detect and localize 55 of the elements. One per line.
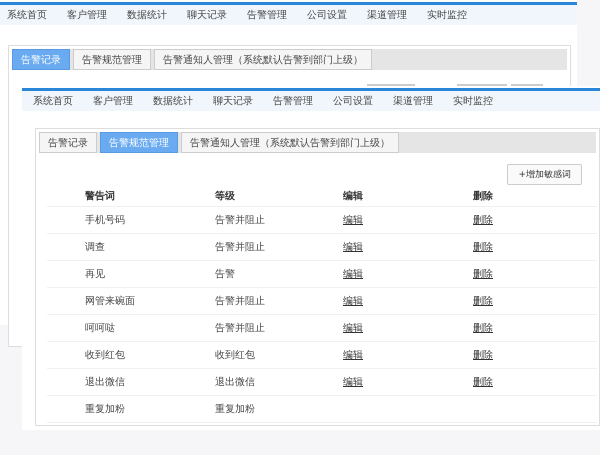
edit-link[interactable]: 编辑 xyxy=(343,296,363,307)
table-cell-text: 收到红包 xyxy=(85,349,126,362)
nav-item[interactable]: 数据统计 xyxy=(127,8,187,22)
delete-link[interactable]: 删除 xyxy=(473,269,493,280)
nav-item[interactable]: 渠道管理 xyxy=(367,8,427,22)
edit-link[interactable]: 编辑 xyxy=(343,350,363,361)
nav-item[interactable]: 客户管理 xyxy=(93,94,153,108)
table-cell-text: 手机号码 xyxy=(85,214,126,227)
table-cell-text: 调查 xyxy=(85,240,106,254)
table-cell-text: 告警并阻止 xyxy=(215,322,266,335)
edit-link[interactable]: 编辑 xyxy=(343,269,363,280)
table-cell-text: 告警并阻止 xyxy=(215,214,266,227)
table-cell-text: 网管来碗面 xyxy=(85,294,136,308)
table-cell-text: 重复加粉 xyxy=(85,402,126,416)
table-cell-text: 退出微信 xyxy=(215,376,256,389)
add-button[interactable]: +增加敏感词 xyxy=(507,164,582,185)
table-cell-text: 重复加粉 xyxy=(215,402,256,416)
nav-item[interactable]: 数据统计 xyxy=(153,94,213,108)
table-cell-text: 再见 xyxy=(85,268,106,281)
table-cell-text: 收到红包 xyxy=(215,349,256,362)
nav-item[interactable]: 告警管理 xyxy=(247,8,307,22)
nav-item[interactable]: 系统首页 xyxy=(7,8,67,22)
delete-link[interactable]: 删除 xyxy=(473,350,493,361)
nav-item[interactable]: 公司设置 xyxy=(307,8,367,22)
tab[interactable]: 告警通知人管理（系统默认告警到部门上级） xyxy=(181,132,399,153)
table-cell-text: 告警并阻止 xyxy=(215,240,266,254)
column-header: 编辑 xyxy=(343,190,364,203)
nav-item[interactable]: 系统首页 xyxy=(33,94,93,108)
edit-link[interactable]: 编辑 xyxy=(343,323,363,334)
nav-item[interactable]: 聊天记录 xyxy=(213,94,273,108)
edit-link[interactable]: 编辑 xyxy=(343,242,363,253)
edit-link[interactable]: 编辑 xyxy=(343,377,363,388)
table-cell-text: 退出微信 xyxy=(85,376,126,389)
nav-item[interactable]: 告警管理 xyxy=(273,94,333,108)
tab[interactable]: 告警记录 xyxy=(39,132,97,153)
nav-item[interactable]: 客户管理 xyxy=(67,8,127,22)
delete-link[interactable]: 删除 xyxy=(473,215,493,226)
delete-link[interactable]: 删除 xyxy=(473,377,493,388)
table-cell-text: 呵呵哒 xyxy=(85,322,116,335)
delete-link[interactable]: 删除 xyxy=(473,323,493,334)
nav-item[interactable]: 渠道管理 xyxy=(393,94,453,108)
table-cell-text: 告警并阻止 xyxy=(215,294,266,308)
delete-link[interactable]: 删除 xyxy=(473,296,493,307)
edit-link[interactable]: 编辑 xyxy=(343,215,363,226)
nav-item[interactable]: 实时监控 xyxy=(453,94,513,108)
table-cell-text: 告警 xyxy=(215,268,236,281)
nav-item[interactable]: 实时监控 xyxy=(427,8,487,22)
tab[interactable]: 告警通知人管理（系统默认告警到部门上级） xyxy=(154,49,372,70)
column-header: 等级 xyxy=(215,190,236,203)
column-header: 警告词 xyxy=(85,190,116,203)
nav-item[interactable]: 聊天记录 xyxy=(187,8,247,22)
tab[interactable]: 告警规范管理 xyxy=(73,49,151,70)
nav-item[interactable]: 公司设置 xyxy=(333,94,393,108)
delete-link[interactable]: 删除 xyxy=(473,242,493,253)
column-header: 删除 xyxy=(473,190,493,203)
